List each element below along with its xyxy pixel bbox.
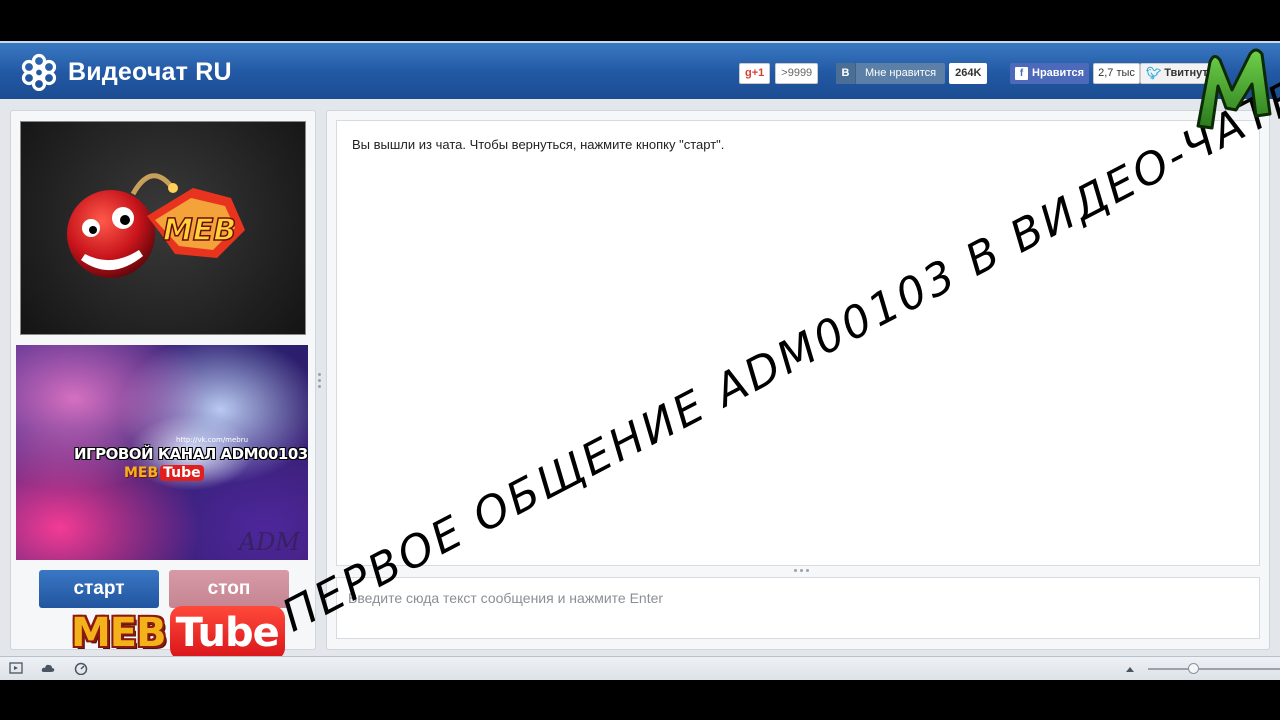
player-toolbar (0, 656, 1280, 680)
site-title: Видеочат RU (68, 57, 232, 86)
channel-title: ИГРОВОЙ КАНАЛ ADM00103 (74, 445, 308, 463)
cloud-icon[interactable] (41, 662, 55, 675)
site-logo[interactable]: Видеочат RU (20, 53, 232, 91)
remote-video-logo-text: MEB (163, 213, 236, 248)
gauge-icon[interactable] (74, 662, 88, 675)
local-video: http://vk.com/mebru ИГРОВОЙ КАНАЛ ADM001… (16, 345, 308, 560)
chat-status-message: Вы вышли из чата. Чтобы вернуться, нажми… (352, 137, 725, 152)
volume-up-icon[interactable] (1123, 663, 1137, 676)
vk-like-button[interactable]: B Мне нравится (836, 62, 946, 84)
vk-widget: B Мне нравится 264K (836, 62, 988, 84)
chat-resize-handle[interactable] (791, 569, 811, 574)
app-header: Видеочат RU g +1 >9999 B Мне нравится 264… (0, 41, 1280, 99)
gplus-widget: g +1 >9999 (739, 62, 819, 84)
facebook-like-count: 2,7 тыс (1093, 62, 1140, 84)
twitter-bird-icon: 🐦︎ (1146, 66, 1162, 80)
start-button[interactable]: старт (39, 570, 159, 608)
green-m-icon (1196, 48, 1272, 130)
signature: ADM (238, 528, 300, 556)
gplus-button[interactable]: g +1 (739, 62, 771, 84)
local-video-logo: MEB Tube (124, 465, 204, 481)
video-panel: MEB http://vk.com/mebru ИГРОВОЙ КАНАЛ AD… (10, 110, 316, 660)
meb-bomb-logo: MEB (67, 173, 245, 278)
message-input[interactable] (336, 577, 1260, 639)
flower-logo-icon (21, 53, 57, 91)
videochat-app: Видеочат RU g +1 >9999 B Мне нравится 264… (0, 41, 1280, 679)
zoom-slider-thumb[interactable] (1188, 663, 1199, 674)
screen-icon[interactable] (9, 662, 23, 675)
mebtube-meb: MEB (71, 610, 167, 656)
mebtube-logo: MEB Tube (71, 605, 285, 661)
mebtube-tube: Tube (169, 606, 285, 660)
chat-log: Вы вышли из чата. Чтобы вернуться, нажми… (336, 120, 1260, 566)
vk-like-count: 264K (949, 62, 988, 84)
chat-panel: Вы вышли из чата. Чтобы вернуться, нажми… (326, 110, 1270, 650)
facebook-like-button[interactable]: f Нравится (1010, 62, 1090, 84)
remote-video: MEB (20, 121, 306, 335)
facebook-f-icon: f (1015, 66, 1028, 80)
vk-icon: B (836, 62, 856, 84)
channel-url: http://vk.com/mebru (176, 436, 249, 444)
gplus-label: +1 (751, 67, 765, 79)
stop-button[interactable]: стоп (169, 570, 289, 608)
local-meb-text: MEB (124, 465, 159, 481)
zoom-slider[interactable] (1148, 668, 1280, 670)
panel-resize-handle[interactable] (318, 373, 322, 389)
local-tube-text: Tube (160, 465, 204, 481)
vk-like-label: Мне нравится (865, 67, 937, 79)
gplus-count: >9999 (775, 62, 819, 84)
facebook-like-label: Нравится (1032, 67, 1085, 79)
facebook-widget: f Нравится 2,7 тыс (1010, 62, 1140, 84)
